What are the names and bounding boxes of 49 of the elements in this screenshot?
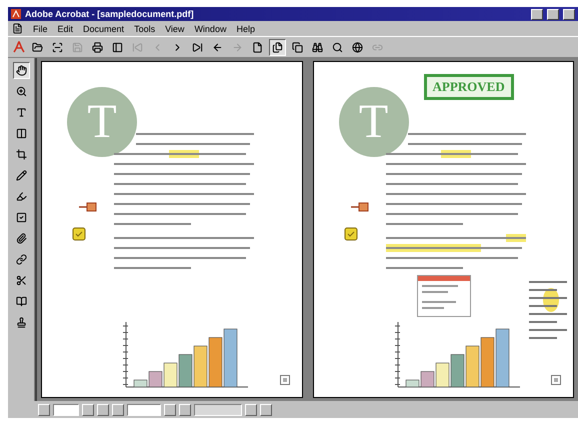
drop-cap: T — [358, 98, 388, 146]
hand-icon — [16, 65, 26, 76]
menu-item[interactable]: View — [165, 24, 184, 34]
column-select-icon — [16, 128, 26, 139]
minimize-button[interactable] — [531, 8, 543, 20]
link-icon — [16, 254, 26, 265]
approved-stamp: APPROVED — [424, 74, 514, 100]
highlighter-icon — [16, 191, 26, 202]
hand-tool[interactable] — [12, 62, 30, 79]
first-page-button[interactable] — [97, 404, 109, 416]
scissors-icon — [16, 275, 26, 286]
zoom-field[interactable] — [53, 404, 79, 416]
maximize-button[interactable] — [547, 8, 559, 20]
menu-item[interactable]: Document — [83, 24, 124, 34]
page-size-field — [194, 404, 242, 416]
close-button[interactable] — [563, 8, 575, 20]
menu-item[interactable]: Edit — [58, 24, 74, 34]
text-select-icon — [16, 107, 26, 118]
page-corner-icon — [280, 375, 290, 385]
pointer-icon — [350, 202, 368, 212]
stamp-icon — [16, 317, 26, 328]
menu-item[interactable]: Window — [194, 24, 226, 34]
pencil-icon — [16, 170, 26, 181]
note-icon — [72, 227, 86, 241]
last-page-button[interactable] — [179, 404, 191, 416]
pointer-icon — [79, 202, 97, 212]
pages-button[interactable] — [269, 38, 286, 56]
checkbox-icon — [16, 212, 26, 223]
acrobat-logo-icon[interactable] — [12, 40, 26, 54]
page-field[interactable] — [127, 404, 161, 416]
previous-page-button[interactable] — [112, 404, 124, 416]
menu-item[interactable]: Tools — [134, 24, 156, 34]
drop-cap: T — [87, 98, 117, 146]
scroll-left-button[interactable] — [38, 404, 50, 416]
zoom-menu-button[interactable] — [82, 404, 94, 416]
paperclip-icon — [16, 233, 26, 244]
bookmark-button[interactable] — [260, 404, 272, 416]
crop-icon — [16, 149, 26, 160]
book-icon — [16, 296, 26, 307]
window-title: Adobe Acrobat - [sampledocument.pdf] — [25, 9, 194, 19]
page-corner-icon — [551, 375, 561, 385]
note-icon — [344, 227, 358, 241]
zoom-icon — [16, 86, 26, 97]
document-icon — [12, 23, 23, 34]
menu-item[interactable]: File — [33, 24, 48, 34]
app-icon — [11, 9, 21, 19]
next-page-button[interactable] — [164, 404, 176, 416]
layout-button[interactable] — [245, 404, 257, 416]
menu-item[interactable]: Help — [236, 24, 255, 34]
